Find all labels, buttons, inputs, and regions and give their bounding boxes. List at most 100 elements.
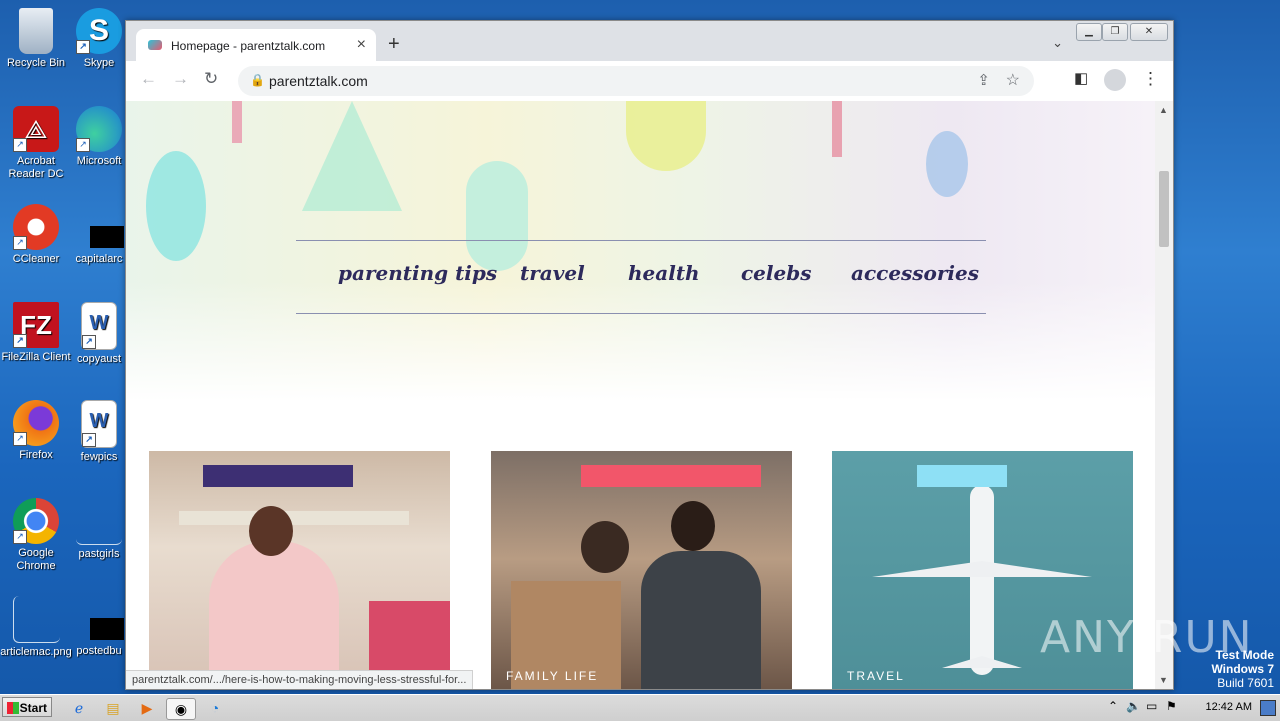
desktop-icon-label: Google Chrome [16, 547, 56, 572]
tree-shape [302, 101, 402, 211]
card-category-bar [203, 465, 353, 487]
minimize-button[interactable]: ▁ [1076, 23, 1102, 41]
nav-bottom-divider [296, 313, 986, 314]
desktop-icon-google-chrome[interactable]: ↗ Google Chrome [0, 498, 72, 573]
desktop-icon-ccleaner[interactable]: ↗ CCleaner [0, 204, 72, 266]
file-explorer-icon[interactable]: ▤ [102, 698, 124, 718]
profile-avatar-icon[interactable] [1104, 69, 1126, 91]
desktop-icon-pastgirls[interactable]: pastgirls [74, 498, 124, 561]
system-tray: ⌃ 🔈 ▭ ⚑ 12:42 AM [1100, 695, 1280, 721]
nav-link-celebs[interactable]: celebs [741, 261, 811, 285]
start-label: Start [19, 701, 47, 715]
browser-toolbar: ← → ↻ 🔒 parentztalk.com ⇪ ☆ ◧ ⋮ [126, 61, 1173, 101]
close-window-button[interactable]: ✕ [1130, 23, 1168, 41]
volume-icon[interactable]: 🔈 [1126, 699, 1141, 713]
nav-link-travel[interactable]: travel [520, 261, 585, 285]
windows-version-label: Windows 7 [1211, 662, 1274, 676]
reload-icon[interactable]: ↻ [204, 69, 218, 89]
restore-button[interactable]: ❐ [1102, 23, 1128, 41]
tab-search-chevron-down-icon[interactable]: ⌄ [1052, 35, 1063, 51]
side-panel-icon[interactable]: ◧ [1074, 69, 1088, 87]
nav-top-divider [296, 240, 986, 241]
file-icon [76, 498, 122, 545]
lock-icon[interactable]: 🔒 [250, 73, 265, 87]
desktop-icon-acrobat[interactable]: ⟁ ↗ Acrobat Reader DC [0, 106, 72, 181]
page-viewport: parenting tips travel health celebs acce… [126, 101, 1155, 689]
ccleaner-icon: ↗ [13, 204, 59, 250]
build-label: Build 7601 [1217, 676, 1274, 690]
skype-icon: S ↗ [76, 8, 122, 54]
tray-expand-icon[interactable]: ⌃ [1108, 699, 1118, 713]
forward-arrow-icon[interactable]: → [172, 69, 189, 89]
edge-taskbar-icon[interactable]: ◔ [204, 698, 226, 718]
close-tab-icon[interactable]: × [357, 36, 366, 54]
test-mode-label: Test Mode [1215, 648, 1274, 662]
card-category-label[interactable]: FAMILY LIFE [506, 669, 598, 683]
file-icon [76, 204, 124, 250]
nav-link-accessories[interactable]: accessories [851, 261, 979, 285]
desktop-icon-label: Skype [83, 57, 115, 69]
nav-link-parenting-tips[interactable]: parenting tips [338, 261, 497, 285]
more-menu-icon[interactable]: ⋮ [1142, 69, 1159, 89]
stick-shape [832, 101, 842, 157]
desktop-icon-postedbu[interactable]: postedbu [74, 596, 124, 658]
desktop-icon-label: CCleaner [12, 253, 60, 265]
word-document-icon: W ↗ [81, 302, 117, 350]
desktop-icon-capitalarc[interactable]: capitalarc [74, 204, 124, 266]
balloon-shape [466, 161, 528, 271]
action-center-flag-icon[interactable]: ⚑ [1166, 699, 1177, 713]
media-player-icon[interactable]: ▶ [136, 698, 158, 718]
card-category-label[interactable]: TRAVEL [847, 669, 905, 683]
desktop-icon-label: Firefox [19, 449, 53, 461]
desktop-icon-microsoft-edge[interactable]: ↗ Microsoft [74, 106, 124, 168]
tab-homepage[interactable]: Homepage - parentztalk.com × [136, 29, 376, 61]
address-bar[interactable]: 🔒 parentztalk.com ⇪ ☆ [238, 66, 1034, 96]
tab-title: Homepage - parentztalk.com [171, 39, 326, 53]
hero-fade [126, 281, 1155, 401]
new-tab-button[interactable]: + [388, 34, 400, 54]
share-icon[interactable]: ⇪ [977, 71, 990, 89]
balloon-shape [926, 131, 968, 197]
image-file-icon [12, 596, 60, 643]
site-favicon-icon [148, 40, 162, 50]
show-desktop-button[interactable] [1260, 700, 1276, 716]
scrollbar-thumb[interactable] [1159, 171, 1169, 247]
desktop-icon-skype[interactable]: S ↗ Skype [74, 8, 124, 70]
start-button[interactable]: Start [2, 697, 52, 717]
back-arrow-icon[interactable]: ← [140, 69, 157, 89]
recycle-bin-icon [19, 8, 53, 54]
article-card[interactable]: FAMILY LIFE [491, 451, 792, 689]
file-icon [76, 596, 124, 642]
desktop-icon-label: FileZilla Client [1, 351, 71, 363]
bookmark-star-icon[interactable]: ☆ [1006, 70, 1020, 90]
desktop-icon-label: copyaust [76, 353, 122, 365]
edge-icon: ↗ [76, 106, 122, 152]
desktop-icon-firefox[interactable]: ↗ Firefox [0, 400, 72, 462]
airplane-icon [970, 485, 994, 675]
url-text[interactable]: parentztalk.com [269, 73, 368, 89]
article-card[interactable] [149, 451, 450, 689]
desktop-icon-filezilla[interactable]: FZ ↗ FileZilla Client [0, 302, 72, 364]
desktop-icon-articlemac[interactable]: articlemac.png [0, 596, 72, 659]
scroll-up-arrow-icon[interactable]: ▲ [1159, 105, 1168, 115]
desktop-icon-copyaust[interactable]: W ↗ copyaust [74, 302, 124, 366]
scroll-down-arrow-icon[interactable]: ▼ [1159, 675, 1168, 685]
card-category-bar [917, 465, 1007, 487]
internet-explorer-icon[interactable]: ℯ [68, 698, 90, 718]
desktop-icon-label: Recycle Bin [6, 57, 66, 69]
chrome-taskbar-icon[interactable]: ◉ [166, 698, 196, 720]
desktop-icon-label: Microsoft [76, 155, 122, 167]
page-scrollbar[interactable]: ▲ ▼ [1155, 101, 1173, 689]
nav-link-health[interactable]: health [628, 261, 700, 285]
hero-banner [126, 101, 1155, 401]
desktop-icon-label: articlemac.png [0, 646, 72, 658]
balloon-shape [146, 151, 206, 261]
clock[interactable]: 12:42 AM [1206, 701, 1252, 713]
desktop-icon-recycle-bin[interactable]: Recycle Bin [0, 8, 72, 70]
desktop-icon-label: fewpics [80, 451, 118, 463]
desktop-icon-fewpics[interactable]: W ↗ fewpics [74, 400, 124, 464]
network-icon[interactable]: ▭ [1146, 699, 1157, 713]
stick-shape [232, 101, 242, 143]
filezilla-icon: FZ ↗ [13, 302, 59, 348]
card-category-bar [581, 465, 761, 487]
